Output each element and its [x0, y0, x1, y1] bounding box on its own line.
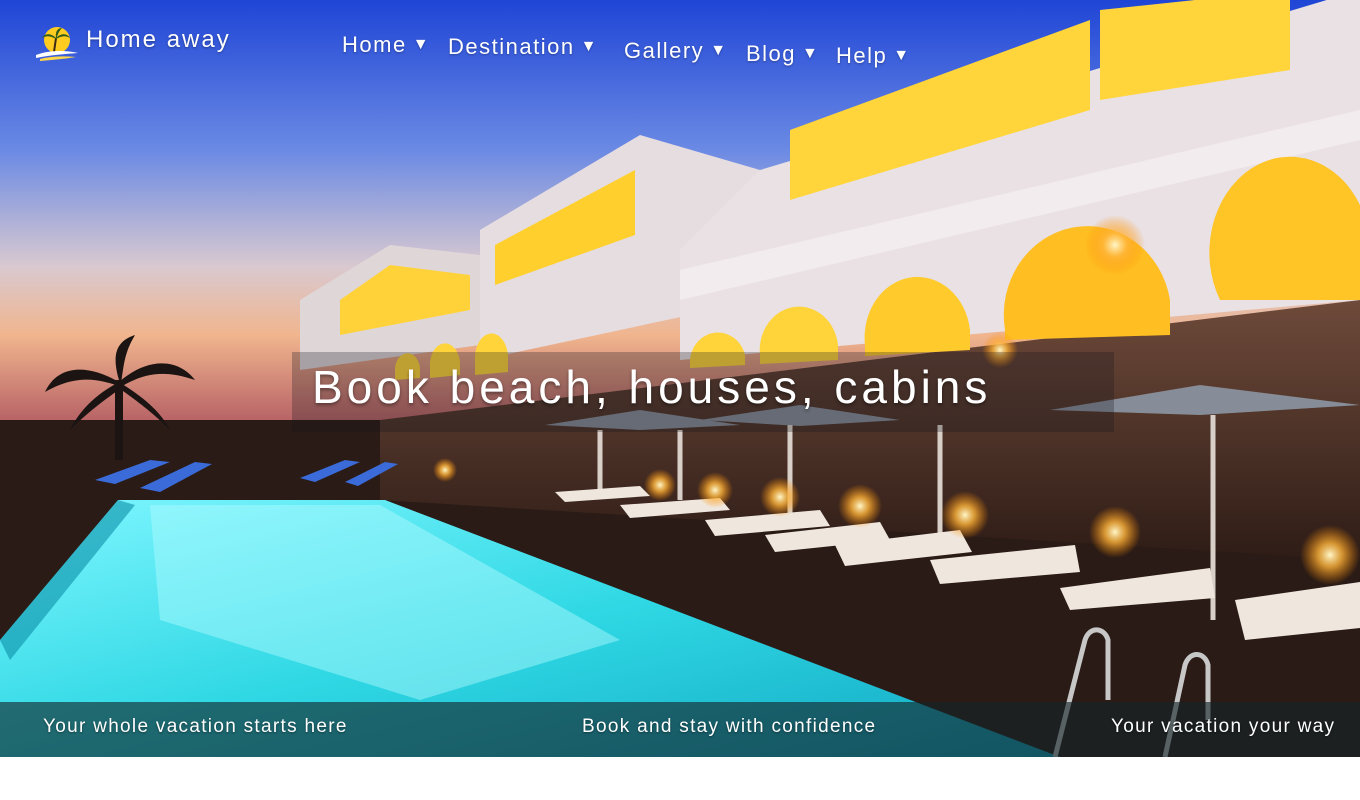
nav-item-label: Blog [746, 41, 797, 66]
nav-item-blog[interactable]: Blog ▼ [746, 41, 819, 67]
caret-down-icon: ▼ [580, 38, 598, 55]
palm-island-sun-icon [36, 27, 78, 61]
caret-down-icon: ▼ [412, 36, 431, 53]
nav-item-label: Home [342, 32, 407, 57]
nav-item-label: Gallery [624, 38, 705, 63]
caret-down-icon: ▼ [710, 42, 728, 59]
nav-item-home[interactable]: Home ▼ [342, 32, 430, 58]
caret-down-icon: ▼ [802, 45, 820, 62]
hero-headline: Book beach, houses, cabins [312, 361, 992, 413]
brand-name: Home away [86, 26, 231, 53]
hero-banner: Home away Home ▼ Destination ▼ Gallery ▼… [0, 0, 1360, 757]
tagline-left: Your whole vacation starts here [43, 716, 348, 737]
nav-item-gallery[interactable]: Gallery ▼ [624, 38, 728, 64]
main-navigation: Home ▼ Destination ▼ Gallery ▼ Blog ▼ He… [342, 28, 942, 78]
nav-item-destination[interactable]: Destination ▼ [448, 34, 598, 60]
tagline-center: Book and stay with confidence [582, 716, 877, 737]
caret-down-icon: ▼ [893, 47, 911, 64]
nav-item-label: Destination [448, 34, 575, 59]
tagline-right: Your vacation your way [1111, 716, 1336, 737]
nav-item-help[interactable]: Help ▼ [836, 43, 911, 69]
nav-item-label: Help [836, 43, 888, 68]
brand-logo[interactable]: Home away [32, 22, 231, 62]
